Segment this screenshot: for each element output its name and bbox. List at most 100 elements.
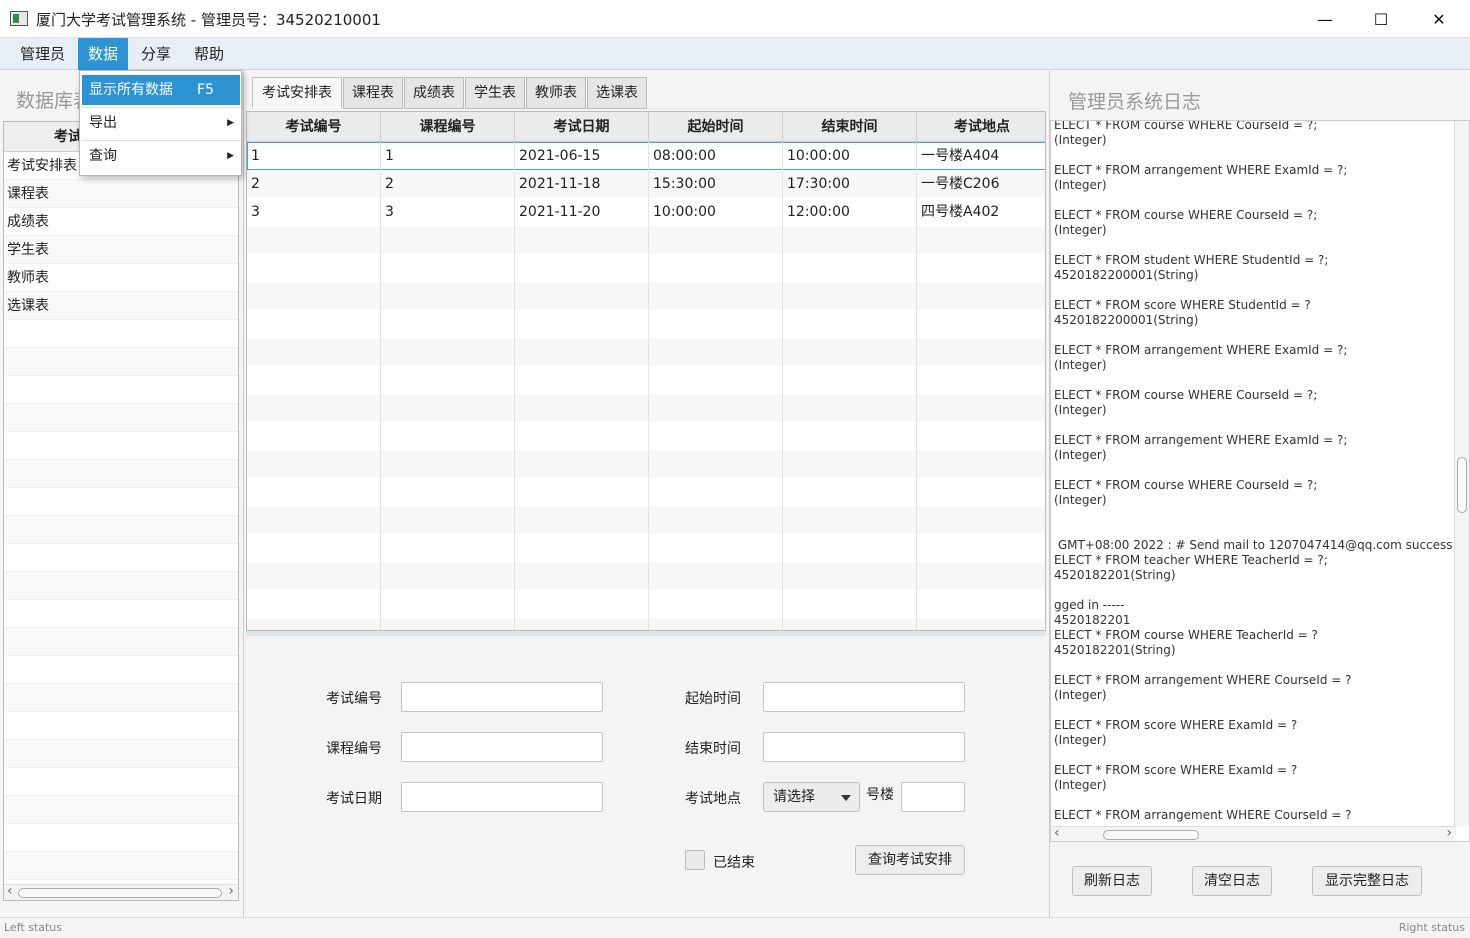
table-cell: 08:00:00 xyxy=(649,142,783,170)
status-bar: Left status Right status xyxy=(0,917,1470,938)
scroll-thumb[interactable] xyxy=(1457,457,1467,513)
menu-item-show-all[interactable]: 显示所有数据 F5 xyxy=(82,75,240,105)
empty-row xyxy=(4,432,238,460)
menu-bar: 管理员 数据 分享 帮助 xyxy=(0,38,1470,70)
empty-row xyxy=(247,422,1045,450)
clear-log-button[interactable]: 清空日志 xyxy=(1192,866,1272,896)
table-cell: 2 xyxy=(247,170,381,198)
table-cell: 10:00:00 xyxy=(649,198,783,226)
empty-row xyxy=(4,404,238,432)
exam-id-label: 考试编号 xyxy=(326,691,382,707)
end-time-input[interactable] xyxy=(763,732,965,762)
empty-row xyxy=(247,450,1045,478)
empty-row xyxy=(247,226,1045,254)
scroll-right-icon[interactable]: › xyxy=(228,883,234,899)
end-time-label: 结束时间 xyxy=(685,741,741,757)
tab-course[interactable]: 课程表 xyxy=(343,77,403,109)
empty-row xyxy=(4,348,238,376)
menu-item-label: 查询 xyxy=(89,148,117,164)
column-header[interactable]: 考试编号 xyxy=(247,112,381,142)
scroll-thumb[interactable] xyxy=(18,888,222,898)
tab-score[interactable]: 成绩表 xyxy=(404,77,464,109)
table-cell: 3 xyxy=(381,198,515,226)
table-cell: 17:30:00 xyxy=(783,170,917,198)
table-list-item[interactable]: 教师表 xyxy=(4,264,238,292)
building-suffix-label: 号楼 xyxy=(866,787,894,803)
column-header[interactable]: 课程编号 xyxy=(381,112,515,142)
start-time-label: 起始时间 xyxy=(685,691,741,707)
table-list-item[interactable]: 学生表 xyxy=(4,236,238,264)
log-horizontal-scrollbar[interactable]: ‹ › xyxy=(1051,825,1456,841)
close-button[interactable]: ✕ xyxy=(1410,0,1468,38)
table-cell: 3 xyxy=(247,198,381,226)
finished-checkbox[interactable] xyxy=(685,850,705,870)
empty-row xyxy=(247,394,1045,422)
scroll-right-icon[interactable]: › xyxy=(1446,825,1452,841)
exam-date-input[interactable] xyxy=(401,782,603,812)
start-time-input[interactable] xyxy=(763,682,965,712)
table-list-item[interactable]: 成绩表 xyxy=(4,208,238,236)
refresh-log-button[interactable]: 刷新日志 xyxy=(1072,866,1152,896)
scroll-left-icon[interactable]: ‹ xyxy=(1054,825,1060,841)
minimize-button[interactable]: — xyxy=(1296,0,1354,38)
log-text: ELECT * FROM course WHERE CourseId = ?; … xyxy=(1054,120,1469,822)
location-select[interactable]: 请选择 xyxy=(763,782,860,812)
tab-selection[interactable]: 选课表 xyxy=(587,77,647,109)
table-cell: 2021-11-18 xyxy=(515,170,649,198)
location-label: 考试地点 xyxy=(685,791,741,807)
empty-row xyxy=(4,796,238,824)
empty-row xyxy=(247,366,1045,394)
empty-row xyxy=(247,338,1045,366)
empty-row xyxy=(4,656,238,684)
left-horizontal-scrollbar[interactable]: ‹ › xyxy=(4,883,238,900)
course-id-input[interactable] xyxy=(401,732,603,762)
log-area[interactable]: ELECT * FROM course WHERE CourseId = ?; … xyxy=(1050,120,1470,842)
tab-teacher[interactable]: 教师表 xyxy=(526,77,586,109)
left-panel: 数据库表 考试 考试安排表 课程表 成绩表 学生表 教师表 选课表 ‹ › xyxy=(0,71,244,917)
exam-id-input[interactable] xyxy=(401,682,603,712)
table-header: 考试编号 课程编号 考试日期 起始时间 结束时间 考试地点 xyxy=(247,112,1045,142)
table-cell: 一号楼A404 xyxy=(921,148,1000,164)
empty-row xyxy=(247,254,1045,282)
empty-row xyxy=(247,534,1045,562)
log-vertical-scrollbar[interactable] xyxy=(1454,121,1469,826)
menu-help[interactable]: 帮助 xyxy=(184,38,234,70)
menu-item-export[interactable]: 导出 ▶ xyxy=(82,108,240,138)
exam-date-label: 考试日期 xyxy=(326,791,382,807)
scroll-left-icon[interactable]: ‹ xyxy=(7,883,13,899)
empty-row xyxy=(247,310,1045,338)
menu-share[interactable]: 分享 xyxy=(131,38,181,70)
maximize-button[interactable]: ☐ xyxy=(1352,0,1410,38)
table-row[interactable]: 1 1 2021-06-15 08:00:00 10:00:00 一号楼A404 xyxy=(247,142,1045,170)
menu-admin[interactable]: 管理员 xyxy=(10,38,75,70)
menu-data[interactable]: 数据 xyxy=(78,38,129,70)
table-row[interactable]: 3 3 2021-11-20 10:00:00 12:00:00 四号楼A402 xyxy=(247,198,1045,226)
table-row[interactable]: 2 2 2021-11-18 15:30:00 17:30:00 一号楼C206 xyxy=(247,170,1045,198)
column-header[interactable]: 考试日期 xyxy=(515,112,649,142)
log-panel-title: 管理员系统日志 xyxy=(1068,91,1202,113)
column-header[interactable]: 结束时间 xyxy=(783,112,917,142)
scroll-thumb[interactable] xyxy=(1103,830,1199,840)
empty-row xyxy=(247,562,1045,590)
left-status: Left status xyxy=(4,921,62,934)
table-cell: 四号楼A402 xyxy=(921,204,1000,220)
tab-student[interactable]: 学生表 xyxy=(465,77,525,109)
column-header[interactable]: 考试地点 xyxy=(917,112,1045,142)
table-list-item[interactable]: 选课表 xyxy=(4,292,238,320)
tab-arrangement[interactable]: 考试安排表 xyxy=(252,77,342,109)
table-cell: 一号楼C206 xyxy=(921,176,1000,192)
empty-row xyxy=(4,572,238,600)
show-full-log-button[interactable]: 显示完整日志 xyxy=(1312,866,1422,896)
column-header[interactable]: 起始时间 xyxy=(649,112,783,142)
empty-row xyxy=(4,544,238,572)
query-arrangement-button[interactable]: 查询考试安排 xyxy=(855,845,965,875)
app-icon xyxy=(10,11,28,26)
table-cell: 15:30:00 xyxy=(649,170,783,198)
empty-row xyxy=(4,740,238,768)
empty-row xyxy=(4,460,238,488)
submenu-arrow-icon: ▶ xyxy=(227,118,234,128)
table-list-item[interactable]: 课程表 xyxy=(4,180,238,208)
building-number-input[interactable] xyxy=(901,782,965,812)
menu-item-query[interactable]: 查询 ▶ xyxy=(82,141,240,171)
window-title: 厦门大学考试管理系统 - 管理员号：34520210001 xyxy=(36,11,381,29)
